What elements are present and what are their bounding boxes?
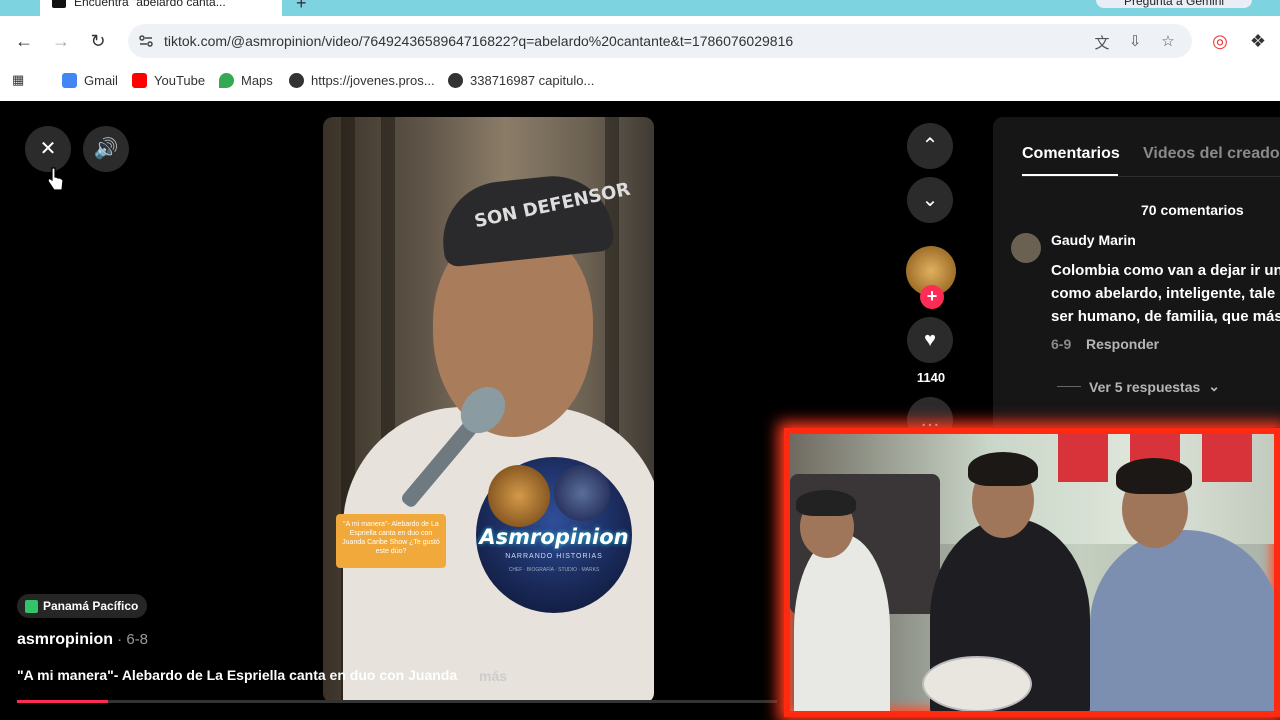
chevron-down-icon: ⌄: [1208, 378, 1221, 394]
owl-icon: [554, 465, 610, 521]
location-label: Panamá Pacífico: [43, 599, 139, 613]
divider: [1057, 386, 1081, 387]
back-icon[interactable]: ←: [12, 29, 36, 53]
globe-icon: [448, 72, 463, 88]
tab-comments[interactable]: Comentarios: [1022, 145, 1120, 163]
person-right: [1090, 530, 1274, 711]
webcam-overlay: [784, 428, 1280, 717]
navigation-bar: ← → ↻ tiktok.com/@asmropinion/video/7649…: [0, 16, 1280, 66]
next-video-button[interactable]: ⌄: [907, 177, 953, 223]
author-name[interactable]: asmropinion: [17, 631, 113, 648]
address-bar[interactable]: tiktok.com/@asmropinion/video/7649243658…: [128, 24, 1192, 58]
comment-date: 6-9: [1051, 336, 1072, 352]
globe-icon: [289, 72, 304, 88]
view-replies-button[interactable]: Ver 5 respuestas ⌄: [1057, 378, 1220, 395]
person-center-hair: [968, 452, 1038, 486]
volume-button[interactable]: 🔊: [83, 126, 129, 172]
bookmark-label: 338716987 capitulo...: [470, 72, 595, 88]
video-description: "A mi manera"- Alebardo de La Espriella …: [17, 667, 458, 683]
new-tab-icon[interactable]: +: [296, 0, 307, 14]
comment-text: Colombia como van a dejar ir un como abe…: [1051, 259, 1280, 328]
logo-small-text: CHEF · BIOGRAFÍA · STUDIO · MARKS: [508, 567, 600, 573]
reload-icon[interactable]: ↻: [86, 29, 110, 53]
tab-strip: Encuentra "abelardo canta... ✕ + Pregunt…: [0, 0, 1280, 16]
reply-button[interactable]: Responder: [1086, 336, 1159, 352]
tabs-divider: [1022, 176, 1280, 177]
extension-icon[interactable]: ◎: [1208, 29, 1232, 53]
video-player[interactable]: SON DEFENSOR "A mi manera"- Alebardo de …: [323, 117, 654, 703]
logo-subtitle: NARRANDO HISTORIAS: [505, 553, 603, 560]
bookmark-jovenes[interactable]: https://jovenes.pros...: [289, 71, 435, 89]
more-link[interactable]: más: [479, 668, 507, 684]
video-progress-fill: [17, 700, 109, 703]
bookmarks-bar: ▦ Gmail YouTube Maps https://jovenes.pro…: [0, 66, 1280, 94]
bookmark-capitulo[interactable]: 338716987 capitulo...: [448, 71, 594, 89]
translate-icon[interactable]: 文: [1092, 32, 1112, 52]
bookmark-star-icon[interactable]: ☆: [1158, 32, 1178, 50]
browser-chrome: Encuentra "abelardo canta... ✕ + Pregunt…: [0, 0, 1280, 101]
tiktok-favicon-icon: [52, 0, 66, 8]
view-replies-label: Ver 5 respuestas: [1089, 378, 1201, 395]
extensions-puzzle-icon[interactable]: ❖: [1246, 29, 1270, 53]
comment-line: como abelardo, inteligente, tale: [1051, 285, 1276, 302]
forward-icon[interactable]: →: [49, 29, 73, 53]
logo-title: Asmropinion: [479, 525, 629, 549]
commenter-avatar[interactable]: [1011, 233, 1041, 263]
comment-line: ser humano, de familia, que más: [1051, 308, 1280, 325]
asmropinion-logo: Asmropinion NARRANDO HISTORIAS CHEF · BI…: [476, 457, 632, 613]
like-button[interactable]: ♥: [907, 317, 953, 363]
hanging-jersey: [1202, 434, 1252, 482]
gemini-button[interactable]: Pregunta a Gemini: [1096, 0, 1252, 8]
maps-icon: [219, 72, 234, 88]
apps-grid-icon[interactable]: ▦: [12, 71, 24, 89]
heart-icon: ♥: [924, 329, 936, 351]
bowl: [922, 656, 1032, 711]
comment-count: 70 comentarios: [1141, 202, 1244, 218]
gemini-label: Pregunta a Gemini: [1124, 0, 1225, 8]
location-icon: [25, 599, 38, 613]
follow-plus-icon[interactable]: +: [920, 285, 944, 309]
chevron-down-icon: ⌄: [921, 189, 939, 211]
youtube-icon: [132, 72, 147, 88]
install-app-icon[interactable]: ⇩: [1125, 32, 1145, 50]
author-line: asmropinion · 6-8: [17, 631, 148, 649]
person-right-hair: [1116, 458, 1192, 494]
video-progress-bar[interactable]: [17, 700, 777, 703]
tab-creator-videos[interactable]: Videos del creador: [1143, 145, 1280, 163]
like-count: 1140: [916, 370, 946, 385]
commenter-name[interactable]: Gaudy Marin: [1051, 232, 1136, 248]
hanging-jersey: [1058, 434, 1108, 482]
bookmark-label: YouTube: [154, 72, 206, 88]
url-text[interactable]: tiktok.com/@asmropinion/video/7649243658…: [164, 33, 793, 49]
hand-cursor-icon: [47, 167, 64, 191]
chevron-up-icon: ⌃: [921, 135, 939, 157]
bookmark-gmail[interactable]: Gmail: [62, 71, 118, 89]
active-tab-indicator: [1022, 174, 1118, 176]
tab-title: Encuentra "abelardo canta...: [74, 0, 226, 9]
person-left: [794, 534, 890, 711]
bookmark-label: Gmail: [84, 72, 118, 88]
bookmark-youtube[interactable]: YouTube: [132, 71, 205, 89]
bookmark-maps[interactable]: Maps: [219, 71, 273, 89]
bookmark-label: Maps: [241, 72, 273, 88]
comments-panel: Comentarios Videos del creador 70 coment…: [993, 117, 1280, 427]
site-info-icon[interactable]: [138, 33, 154, 49]
close-icon: ✕: [39, 138, 57, 160]
lion-icon: [488, 465, 550, 527]
previous-video-button[interactable]: ⌃: [907, 123, 953, 169]
location-badge[interactable]: Panamá Pacífico: [17, 594, 148, 618]
video-caption-card: "A mi manera"- Alebardo de La Espriella …: [336, 514, 446, 568]
person-left-cap: [796, 490, 856, 516]
browser-tab[interactable]: Encuentra "abelardo canta... ✕: [40, 0, 282, 16]
volume-icon: 🔊: [93, 138, 119, 160]
bookmark-label: https://jovenes.pros...: [311, 72, 435, 88]
post-date: · 6-8: [113, 631, 149, 648]
gmail-icon: [62, 72, 77, 88]
comment-line: Colombia como van a dejar ir un: [1051, 262, 1280, 279]
